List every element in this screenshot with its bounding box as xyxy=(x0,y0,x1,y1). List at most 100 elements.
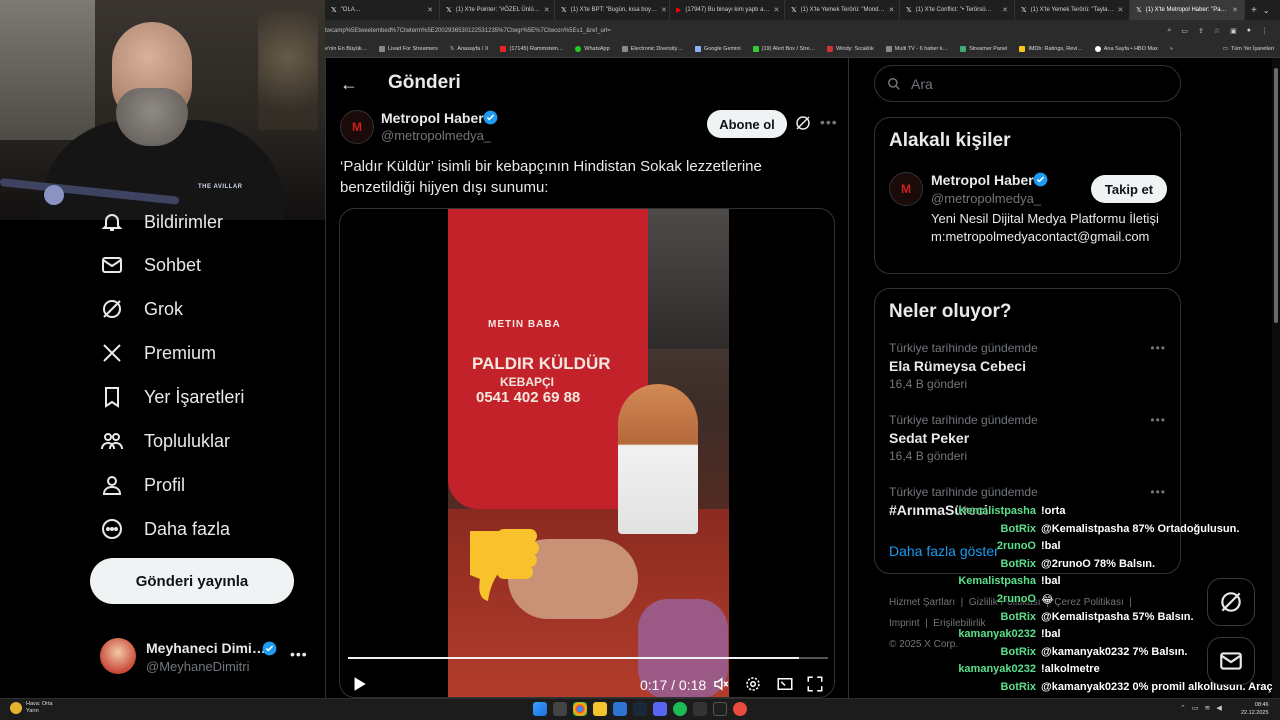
spotify-icon[interactable] xyxy=(673,702,687,716)
folder-icon[interactable] xyxy=(593,702,607,716)
chat-username[interactable]: BotRix xyxy=(940,523,1036,535)
star-icon[interactable]: ☆ xyxy=(1214,27,1220,35)
nav-item-more[interactable]: Daha fazla xyxy=(100,517,230,541)
close-icon[interactable]: ✕ xyxy=(544,6,550,14)
chat-username[interactable]: BotRix xyxy=(940,611,1036,623)
close-icon[interactable]: ✕ xyxy=(427,6,433,14)
profile-icon[interactable]: ● xyxy=(1247,27,1251,35)
bookmark-item[interactable]: (19) Alert Box / Stre… xyxy=(752,46,815,52)
menu-icon[interactable]: ⋮ xyxy=(1261,27,1268,35)
bookmark-item[interactable]: IMDb: Ratings, Revi… xyxy=(1019,46,1083,52)
nav-item-chat[interactable]: Sohbet xyxy=(100,253,201,277)
chat-username[interactable]: 2runoO xyxy=(940,540,1036,552)
search-icon[interactable] xyxy=(553,702,567,716)
chat-username[interactable]: BotRix xyxy=(940,646,1036,658)
close-icon[interactable]: ✕ xyxy=(1232,6,1238,14)
browser-tab[interactable]: 𝕏 (1) X'te Pointer: "#ÖZEL Ünlü… ✕ xyxy=(440,0,555,20)
url-text[interactable]: twcamp%5Etweetembed%7Ctwterm%5E200293653… xyxy=(325,28,1167,34)
video-player[interactable]: METIN BABA PALDIR KÜLDÜR KEBAPÇI 0541 40… xyxy=(339,208,835,698)
fullscreen-icon[interactable] xyxy=(806,675,824,693)
bookmark-item[interactable]: WhatsApp xyxy=(575,46,610,52)
messages-floating-button[interactable] xyxy=(1207,637,1255,685)
chat-username[interactable]: kamanyak0232 xyxy=(940,628,1036,640)
bookmark-item[interactable]: Google Gemini xyxy=(694,46,741,52)
app-icon[interactable] xyxy=(693,702,707,716)
browser-tab[interactable]: ▶ (17947) Bu binayı kim yaptı a… ✕ xyxy=(670,0,785,20)
chevron-up-icon[interactable]: ⌃ xyxy=(1180,704,1186,712)
bookmark-item[interactable]: (17145) Rammstein… xyxy=(500,46,563,52)
scrollbar-thumb[interactable] xyxy=(1274,68,1278,323)
address-bar[interactable]: twcamp%5Etweetembed%7Ctwterm%5E200293653… xyxy=(325,20,1280,41)
trend-item[interactable]: Türkiye tarihinde gündemde Sedat Peker 1… xyxy=(889,413,1174,463)
steam-icon[interactable] xyxy=(633,702,647,716)
dropdown-icon[interactable]: ⌄ xyxy=(1263,6,1270,15)
picture-in-picture-icon[interactable] xyxy=(776,675,794,693)
bookmark-item[interactable]: Livad For Streamers xyxy=(379,46,438,52)
nav-item-communities[interactable]: Topluluklar xyxy=(100,429,230,453)
nav-item-bookmarks[interactable]: Yer İşaretleri xyxy=(100,385,244,409)
browser-tab[interactable]: 𝕏 (1) X'te Yemek Terörü: "Mond… ✕ xyxy=(785,0,900,20)
chrome-icon[interactable] xyxy=(573,702,587,716)
bookmark-item[interactable]: 𝕏 Anasayfa / X xyxy=(450,46,489,52)
nav-item-premium[interactable]: Premium xyxy=(100,341,216,365)
grok-floating-button[interactable] xyxy=(1207,578,1255,626)
subscribe-button[interactable]: Abone ol xyxy=(707,110,787,138)
bookmark-item[interactable]: Streamer Panel xyxy=(960,46,1007,52)
start-icon[interactable] xyxy=(533,702,547,716)
close-icon[interactable]: ✕ xyxy=(661,6,667,14)
browser-tab-active[interactable]: 𝕏 (1) X'te Metropol Haber: "Pa… ✕ xyxy=(1130,0,1245,20)
bookmark-item[interactable]: Electronic Diversity… xyxy=(621,46,683,52)
bookmark-item[interactable]: Multi TV - 6 haber k… xyxy=(885,46,948,52)
more-icon[interactable]: ••• xyxy=(290,646,308,662)
nav-item-profile[interactable]: Profil xyxy=(100,473,185,497)
account-switcher[interactable]: Meyhaneci Dimi… @MeyhaneDimitri ••• xyxy=(100,638,310,678)
share-icon[interactable]: ⇪ xyxy=(1198,27,1204,35)
wifi-icon[interactable]: ≋ xyxy=(1205,704,1211,712)
weather-widget[interactable]: Hava: Orta Yarın xyxy=(10,701,53,715)
browser-tab[interactable]: 𝕏 (1) X'te Conflict: "• Terörsü… ✕ xyxy=(900,0,1015,20)
post-author-name[interactable]: Metropol Haber xyxy=(381,110,484,126)
video-progress-bar[interactable] xyxy=(348,657,828,659)
taskbar-clock[interactable]: 08:46 22.12.2025 xyxy=(1241,701,1269,717)
chat-username[interactable]: 2runoO xyxy=(940,593,1036,605)
browser-tab[interactable]: 𝕏 (1) X'te Yemek Terörü: "Tayla… ✕ xyxy=(1015,0,1130,20)
settings-gear-icon[interactable] xyxy=(744,675,762,693)
zoom-icon[interactable]: ⌕ xyxy=(1167,27,1171,35)
all-bookmarks[interactable]: ▭ Tüm Yer İşaretleri xyxy=(1223,46,1280,52)
chat-username[interactable]: kamanyak0232 xyxy=(940,663,1036,675)
close-icon[interactable]: ✕ xyxy=(773,6,779,14)
page-scrollbar[interactable] xyxy=(1272,58,1280,698)
discord-icon[interactable] xyxy=(653,702,667,716)
volume-icon[interactable]: ◀ xyxy=(1216,704,1221,712)
trend-item[interactable]: Türkiye tarihinde gündemde Ela Rümeysa C… xyxy=(889,341,1174,391)
volume-icon[interactable] xyxy=(712,675,730,693)
close-icon[interactable]: ✕ xyxy=(1002,6,1008,14)
app-icon[interactable] xyxy=(733,702,747,716)
browser-tab[interactable]: 𝕏 (1) X'te BPT: "Bugün, kısa boy… ✕ xyxy=(555,0,670,20)
app-icon[interactable] xyxy=(713,702,727,716)
chat-username[interactable]: BotRix xyxy=(940,558,1036,570)
footer-link[interactable]: Imprint xyxy=(889,618,920,629)
follow-button[interactable]: Takip et xyxy=(1091,175,1167,203)
close-icon[interactable]: ✕ xyxy=(1118,6,1124,14)
network-icon[interactable]: ▭ xyxy=(1192,704,1199,712)
related-handle[interactable]: @metropolmedya_ xyxy=(931,191,1041,206)
extensions-icon[interactable]: ▣ xyxy=(1230,27,1237,35)
avatar[interactable]: M xyxy=(340,110,374,144)
post-button[interactable]: Gönderi yayınla xyxy=(90,558,294,604)
footer-link[interactable]: Çerez Politikası xyxy=(1054,597,1123,608)
avatar[interactable]: M xyxy=(889,172,923,206)
more-icon[interactable]: ••• xyxy=(1150,485,1166,499)
grok-icon[interactable] xyxy=(794,114,812,132)
chat-username[interactable]: Kemalistpasha xyxy=(940,505,1036,517)
nav-item-notifications[interactable]: Bildirimler xyxy=(100,210,223,234)
bookmark-item[interactable]: Ana Sayfa • HBO Max xyxy=(1094,46,1158,52)
more-icon[interactable]: ••• xyxy=(1150,413,1166,427)
browser-tab[interactable]: 𝕏 "OLA… ✕ xyxy=(325,0,440,20)
close-icon[interactable]: ✕ xyxy=(889,6,895,14)
more-icon[interactable]: ••• xyxy=(1150,341,1166,355)
more-bookmarks-icon[interactable]: » xyxy=(1170,46,1173,52)
post-author-handle[interactable]: @metropolmedya_ xyxy=(381,128,491,143)
more-icon[interactable]: ••• xyxy=(820,114,838,130)
related-name[interactable]: Metropol Haber xyxy=(931,172,1034,188)
